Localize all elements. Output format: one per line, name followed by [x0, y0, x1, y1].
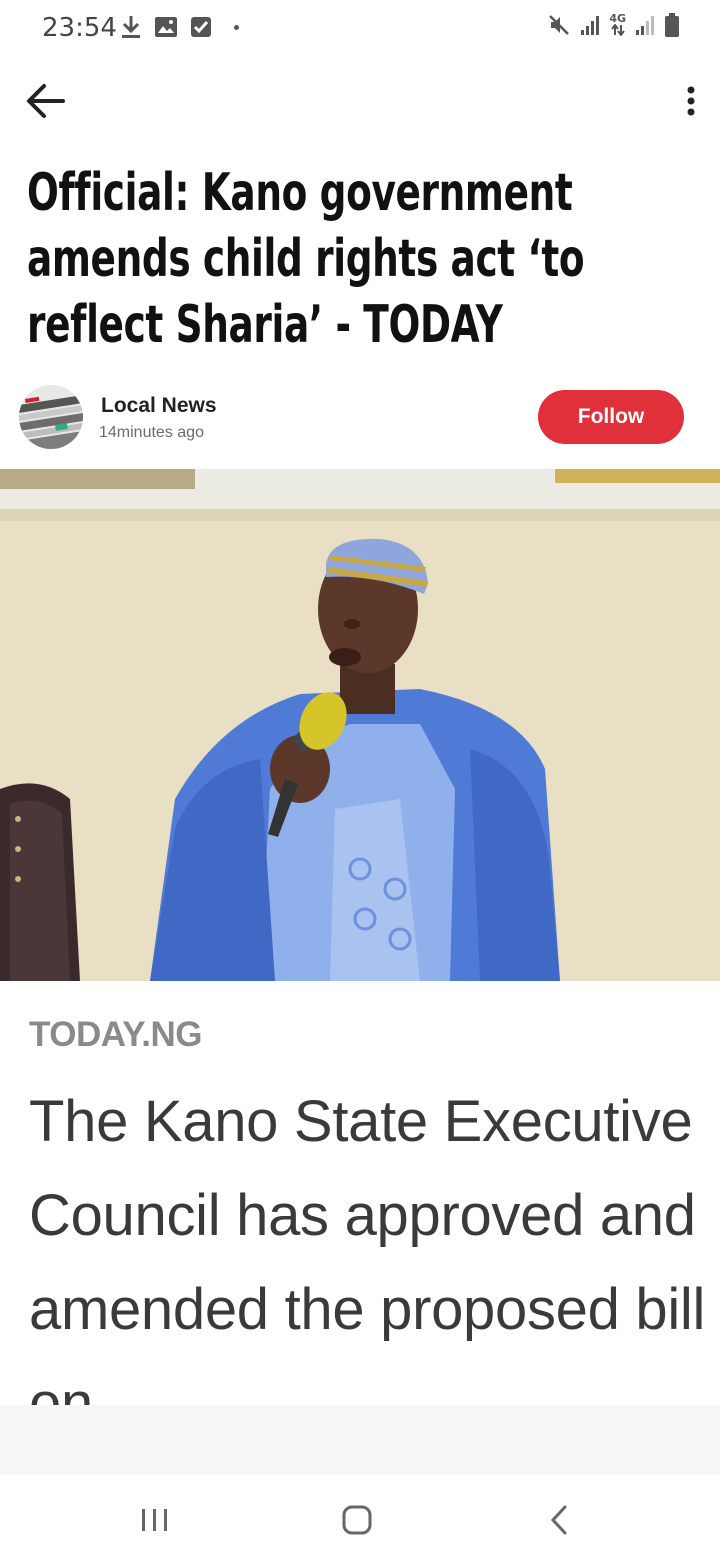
- publisher-avatar[interactable]: [19, 385, 83, 449]
- publish-time: 14minutes ago: [99, 424, 204, 441]
- 4g-data-icon: 4G: [609, 12, 626, 36]
- follow-button[interactable]: Follow: [538, 390, 684, 444]
- speaker-photo: [0, 469, 720, 981]
- image-icon: [155, 17, 177, 37]
- data-arrows-icon: [610, 24, 625, 36]
- publisher-name[interactable]: Local News: [101, 394, 217, 418]
- more-vertical-icon: [687, 86, 695, 116]
- checkbox-icon: [191, 17, 211, 37]
- signal-icon: [636, 16, 654, 35]
- article-body-text: The Kano State Executive Council has app…: [29, 1089, 706, 1405]
- newspaper-stack-icon: [19, 385, 83, 449]
- article-headline: Official: Kano government amends child r…: [27, 163, 585, 355]
- home-icon: [342, 1505, 372, 1535]
- source-label[interactable]: TODAY.NG: [29, 1015, 203, 1055]
- article-screen: 23:54 4G Official: Kano government amend…: [0, 0, 720, 1560]
- home-button[interactable]: [332, 1495, 382, 1545]
- notification-dot: [234, 24, 239, 30]
- system-back-button[interactable]: [534, 1495, 584, 1545]
- status-system-icons: 4G: [547, 12, 680, 38]
- recent-apps-icon: [142, 1509, 167, 1531]
- mute-icon: [549, 15, 570, 35]
- network-type-label: 4G: [609, 12, 626, 25]
- back-button[interactable]: [22, 78, 68, 124]
- battery-icon: [665, 13, 679, 37]
- signal-icon: [581, 16, 600, 35]
- recent-apps-button[interactable]: [130, 1495, 180, 1545]
- system-navigation-bar: [0, 1475, 720, 1560]
- article-hero-image[interactable]: [0, 469, 720, 981]
- status-bar: 23:54 4G: [0, 0, 720, 56]
- status-notification-icons: [120, 14, 239, 40]
- content-fade: [0, 1405, 720, 1475]
- more-options-button[interactable]: [676, 78, 706, 124]
- nav-back-icon: [550, 1505, 567, 1535]
- article-body: The Kano State Executive Council has app…: [29, 1075, 709, 1405]
- status-time: 23:54: [42, 13, 117, 43]
- download-icon: [122, 16, 140, 38]
- arrow-left-icon: [27, 84, 65, 118]
